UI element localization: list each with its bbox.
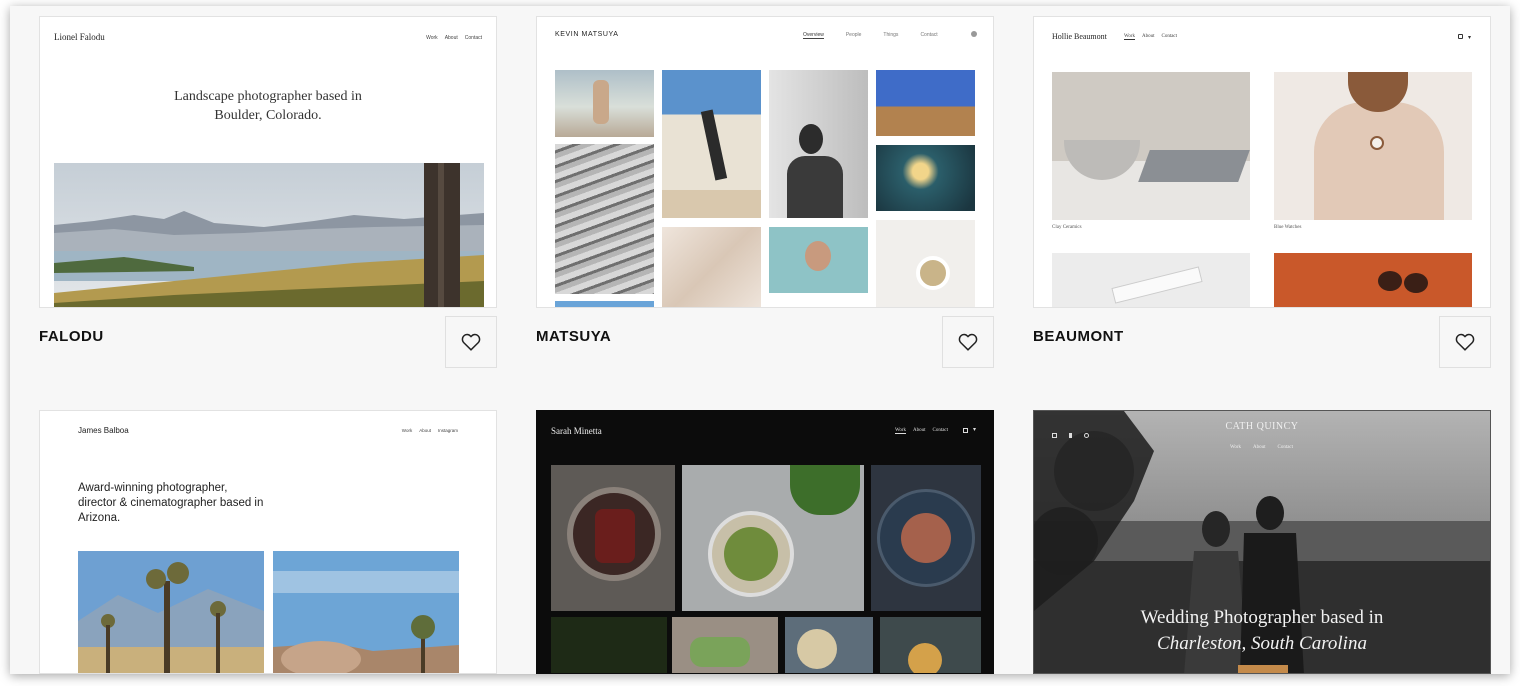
nav-item: Contact (1161, 34, 1178, 39)
heart-outline-icon (461, 333, 481, 351)
site-name: KEVIN MATSUYA (555, 31, 619, 38)
heart-outline-icon (1455, 333, 1475, 351)
beans-photo (551, 617, 667, 673)
site-name: James Balboa (78, 426, 129, 435)
template-name: BEAUMONT (1033, 328, 1124, 345)
headline-line: Arizona. (78, 512, 121, 524)
watch-photo (1274, 72, 1472, 220)
template-preview-balboa[interactable]: James Balboa Work About Instagram Award-… (39, 410, 497, 674)
site-headline: Wedding Photographer based in Charleston… (1034, 605, 1490, 657)
cta-button[interactable] (1238, 665, 1288, 673)
twitter-icon: ▾ (973, 427, 977, 433)
landscape-photo (54, 163, 484, 307)
power-strip-photo (1052, 253, 1250, 307)
texture-photo (662, 227, 761, 307)
nav-item-active: Work (1124, 34, 1135, 40)
jumper-photo (662, 70, 761, 218)
site-nav: Work About Contact (1124, 34, 1177, 40)
headline-line: Wedding Photographer based in (1140, 607, 1384, 628)
site-nav: Work About Instagram (402, 428, 458, 433)
sky-photo (555, 301, 654, 307)
site-nav: Overview People Things Contact (803, 32, 938, 39)
cliff-photo (876, 70, 975, 136)
headline-line: director & cinematographer based in (78, 497, 264, 509)
portrait-photo (769, 70, 868, 218)
teapot-photo (876, 220, 975, 307)
nav-item: Work (401, 428, 413, 433)
headline-line: Charleston, South Carolina (1157, 633, 1367, 654)
ceramics-photo (1052, 72, 1250, 220)
nav-item: Work (426, 35, 438, 41)
social-icon (971, 31, 977, 37)
nav-item: People (845, 32, 862, 38)
site-headline: Award-winning photographer, director & c… (78, 481, 263, 526)
salad-photo (682, 465, 864, 611)
heart-outline-icon (958, 333, 978, 351)
desert-sky-photo (273, 551, 459, 673)
template-preview-minetta[interactable]: Sarah Minetta Work About Contact ▾ (536, 410, 994, 674)
nav-item: Contact (932, 428, 949, 433)
template-gallery: Lionel Falodu Work About Contact Landsca… (10, 6, 1510, 674)
nav-item: About (1141, 34, 1155, 39)
sunglasses-photo (1274, 253, 1472, 307)
nav-item: About (1252, 445, 1266, 450)
beach-photo (555, 70, 654, 137)
instagram-icon (1458, 34, 1463, 39)
nav-item: Contact (920, 32, 938, 38)
seafood-photo (871, 465, 981, 611)
headline-line: Award-winning photographer, (78, 482, 228, 494)
headline-line: Landscape photographer based in (174, 89, 362, 104)
nav-item: Contact (464, 35, 482, 41)
template-preview-beaumont[interactable]: Hollie Beaumont Work About Contact ▾ Cla… (1033, 16, 1491, 308)
twitter-icon: ▾ (1468, 35, 1472, 41)
instagram-icon[interactable] (1052, 433, 1057, 438)
photo-caption: Blue Watches (1274, 225, 1302, 230)
pan-photo (551, 465, 675, 611)
bowl-photo (785, 617, 873, 673)
nav-item: Contact (1277, 445, 1294, 450)
favorite-button[interactable] (1439, 316, 1491, 368)
bleachers-photo (555, 144, 654, 294)
nav-item: Instagram (437, 428, 458, 433)
template-preview-quincy[interactable]: CATH QUINCY Work About Contact Wedding P… (1033, 410, 1491, 674)
photo-caption: Clay Ceramics (1052, 225, 1082, 230)
pinterest-icon[interactable] (1084, 433, 1089, 438)
template-preview-falodu[interactable]: Lionel Falodu Work About Contact Landsca… (39, 16, 497, 308)
site-name: CATH QUINCY (1225, 421, 1299, 432)
site-nav: Work About Contact (895, 428, 948, 434)
soup-photo (880, 617, 981, 673)
favorite-button[interactable] (445, 316, 497, 368)
site-name: Sarah Minetta (551, 426, 602, 436)
nav-item: About (419, 428, 431, 433)
cucumber-photo (672, 617, 778, 673)
headline-line: Boulder, Colorado. (214, 108, 322, 123)
nav-item: Work (1230, 445, 1241, 450)
nav-item: About (444, 35, 458, 41)
template-preview-matsuya[interactable]: KEVIN MATSUYA Overview People Things Con… (536, 16, 994, 308)
favorite-button[interactable] (942, 316, 994, 368)
lamp-photo (876, 145, 975, 211)
nav-item: About (912, 428, 926, 433)
facebook-icon[interactable] (1069, 433, 1072, 438)
nav-item-active: Work (895, 428, 906, 434)
woman-photo (769, 227, 868, 293)
site-nav: Work About Contact (426, 35, 482, 41)
site-nav: Work About Contact (1230, 445, 1293, 450)
joshua-tree-photo (78, 551, 264, 673)
site-name: Lionel Falodu (54, 32, 105, 42)
template-name: FALODU (39, 328, 104, 345)
site-name: Hollie Beaumont (1052, 32, 1107, 41)
instagram-icon (963, 428, 968, 433)
nav-item-active: Overview (803, 32, 824, 39)
nav-item: Things (883, 32, 899, 38)
template-name: MATSUYA (536, 328, 612, 345)
site-headline: Landscape photographer based in Boulder,… (40, 87, 496, 125)
social-links (1052, 433, 1089, 438)
